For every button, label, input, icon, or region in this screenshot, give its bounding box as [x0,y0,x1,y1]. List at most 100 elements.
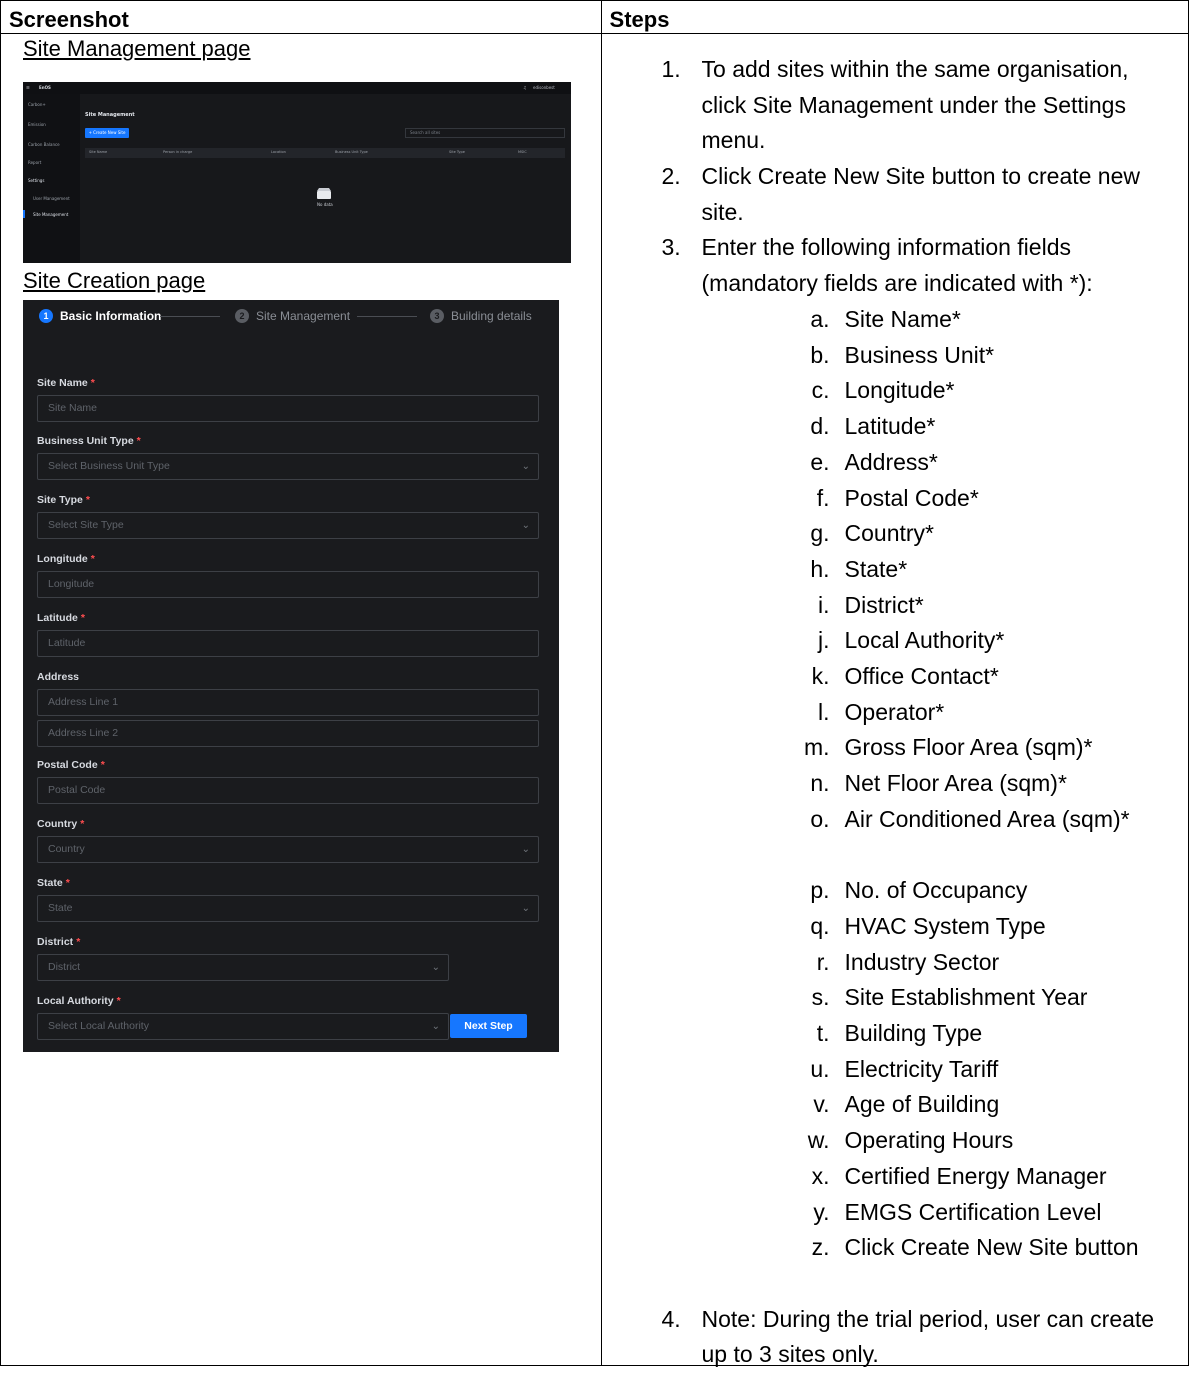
latitude-input[interactable]: Latitude [37,630,539,657]
list-letter: f. [816,484,830,511]
column-location: Location [271,150,286,154]
list-text: Air Conditioned Area (sqm)* [844,805,1130,832]
list-text: Country* [844,520,934,547]
step-basic-information[interactable]: 1 Basic Information [39,309,161,323]
column-business-unit-type: Business Unit Type [335,150,368,154]
sidebar-item-user-management[interactable]: User Management [33,196,70,201]
site-creation-page-title: Site Creation page [23,268,206,293]
sidebar-item-carbon[interactable]: Carbon+ [28,102,46,107]
hamburger-icon[interactable]: ☰ [26,85,30,90]
list-text: HVAC System Type [844,912,1046,939]
table-header [85,148,565,158]
site-name-input[interactable]: Site Name [37,395,539,422]
sidebar-item-settings[interactable]: Settings [28,178,44,183]
postal-code-input[interactable]: Postal Code [37,777,539,804]
list-text: Building Type [844,1020,983,1046]
list-letter: v. [813,1091,830,1118]
step-number: 3 [430,309,444,323]
chevron-down-icon: ⌄ [521,903,530,914]
list-text: EMGS Certification Level [844,1198,1102,1225]
state-select[interactable]: State ⌄ [37,895,539,922]
business-unit-type-label: Business Unit Type * [37,435,141,447]
list-text: Net Floor Area (sqm)* [844,770,1067,797]
list-text: Postal Code* [844,484,979,511]
screenshot-cell: Site Management page ☰ EnOS ♫ edisonbest… [0,33,602,1366]
longitude-input[interactable]: Longitude [37,571,539,598]
list-letter: d. [810,413,830,440]
list-letter: p. [810,877,830,904]
sidebar-item-report[interactable]: Report [28,160,41,165]
local-authority-select[interactable]: Select Local Authority ⌄ [37,1013,449,1040]
list-text: Electricity Tariff [844,1055,999,1082]
step-building-details[interactable]: 3 Building details [430,309,532,323]
list-letter: c. [811,377,830,404]
header-screenshot: Screenshot [0,0,602,34]
list-letter: k. [811,663,830,689]
district-select[interactable]: District ⌄ [37,954,449,981]
search-input[interactable]: Search all sites [405,128,565,138]
list-letter: l. [818,698,830,725]
step-number: 1. [661,56,681,82]
column-person-in-charge: Person in charge [163,150,193,154]
sidebar-item-site-management[interactable]: Site Management [33,212,68,217]
list-text: No. of Occupancy [844,877,1028,904]
user-menu[interactable]: edisonbest [533,85,555,90]
list-letter: r. [816,948,830,975]
postal-code-label: Postal Code * [37,759,105,771]
site-management-page-title: Site Management page [23,36,251,61]
list-text: Certified Energy Manager [844,1162,1107,1189]
list-letter: u. [810,1055,830,1082]
list-letter: x. [811,1162,830,1189]
list-letter: i. [818,591,830,618]
list-text: Gross Floor Area (sqm)* [844,734,1093,761]
top-bar: ☰ EnOS ♫ edisonbest [23,82,571,94]
sm-page-title: Site Management [85,112,135,118]
site-type-select[interactable]: Select Site Type ⌄ [37,512,539,539]
logo: EnOS [39,85,51,90]
list-text: Operating Hours [844,1127,1014,1154]
state-label: State * [37,877,70,889]
list-letter: z. [811,1234,830,1261]
site-creation-screenshot: 1 Basic Information 2 Site Management 3 … [23,300,559,1052]
address-line-2-input[interactable]: Address Line 2 [37,720,539,747]
address-line-1-input[interactable]: Address Line 1 [37,689,539,716]
column-site-type: Site Type [449,150,465,154]
step-number: 2. [661,163,681,189]
site-management-screenshot: ☰ EnOS ♫ edisonbest Carbon+ Emission Car… [23,82,571,263]
address-label: Address [37,671,80,683]
country-label: Country * [37,818,85,830]
list-letter: h. [810,555,830,582]
list-letter: g. [810,520,830,547]
list-letter: a. [810,306,830,332]
next-step-button[interactable]: Next Step [450,1014,527,1038]
step-text: Click Create New Site button to create n… [701,163,1140,225]
sidebar-item-emission[interactable]: Emission [28,122,46,127]
step-text: Enter the following information fields (… [701,234,1093,296]
step-number: 4. [661,1305,681,1332]
chevron-down-icon: ⌄ [521,844,530,855]
list-text: Longitude* [844,377,955,404]
list-letter: q. [810,912,830,939]
list-letter: j. [818,627,830,654]
list-letter: n. [810,770,830,797]
list-letter: w. [807,1127,830,1154]
country-select[interactable]: Country ⌄ [37,836,539,863]
business-unit-type-select[interactable]: Select Business Unit Type ⌄ [37,453,539,480]
step-number: 3. [661,234,681,260]
header-steps: Steps [600,0,1189,34]
chevron-down-icon: ⌄ [521,461,530,472]
bell-icon[interactable]: ♫ [523,85,527,90]
column-site-name: Site Name [89,150,108,154]
latitude-label: Latitude * [37,612,85,624]
list-letter: y. [813,1198,830,1225]
chevron-down-icon: ⌄ [521,520,530,531]
create-new-site-button[interactable]: + Create New Site [85,128,129,138]
step-site-management[interactable]: 2 Site Management [235,309,350,323]
step-number: 1 [39,309,53,323]
chevron-down-icon: ⌄ [431,962,440,973]
document-table: Screenshot Steps Site Management page ☰ … [0,0,1189,1367]
list-letter: e. [810,448,830,475]
list-letter: m. [803,734,830,761]
sidebar-item-carbon-balance[interactable]: Carbon Balance [28,142,60,147]
empty-box-icon [317,188,331,199]
